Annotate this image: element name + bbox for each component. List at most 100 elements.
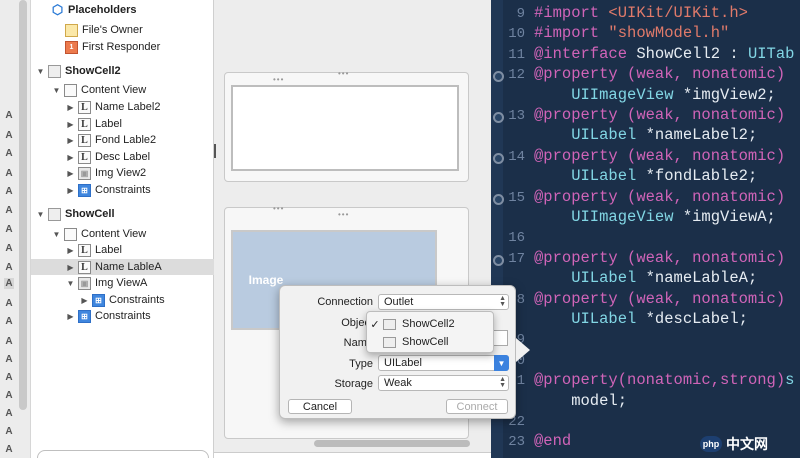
outline-constraints[interactable]: ▶ ⊞ Constraints — [31, 292, 214, 308]
breakpoint-icon[interactable] — [493, 254, 504, 266]
code-line[interactable]: UIImageView *imgViewA; — [534, 208, 776, 226]
connection-select-value: Outlet — [384, 296, 414, 308]
breakpoint-icon[interactable] — [493, 112, 504, 123]
disclosure-closed-icon[interactable]: ▶ — [66, 136, 75, 145]
outline-item[interactable]: ▶ ▣ Img View2 — [31, 165, 214, 181]
code-line[interactable]: @property (weak, nonatomic) — [534, 65, 785, 83]
chevron-down-icon[interactable]: ▼ — [494, 355, 509, 371]
disclosure-closed-icon[interactable]: ▶ — [80, 296, 89, 305]
code-token: @interface — [534, 44, 637, 63]
outline-constraints[interactable]: ▶ ⊞ Constraints — [31, 182, 214, 198]
breakpoint-icon[interactable] — [493, 193, 504, 205]
code-token: (weak, nonatomic) — [627, 106, 786, 124]
outline-content-view[interactable]: ▼ Content View — [31, 226, 214, 242]
cube-icon: ⬡ — [51, 2, 64, 17]
storage-select-value: Weak — [384, 377, 412, 389]
table-cell-icon — [383, 318, 396, 330]
showcell2-content-view[interactable] — [231, 85, 459, 171]
code-line[interactable]: UILabel *descLabel; — [534, 310, 748, 328]
code-line[interactable]: UIImageView *imgView2; — [534, 86, 776, 104]
code-line[interactable]: @interface ShowCell2 : UITab — [534, 45, 794, 63]
code-line[interactable]: UILabel *nameLabel2; — [534, 126, 757, 144]
outline-item[interactable]: ▶ L Fond Lable2 — [31, 132, 214, 148]
code-line[interactable]: model; — [534, 392, 627, 410]
code-token: *nameLabel2; — [645, 126, 758, 145]
code-line[interactable]: #import <UIKit/UIKit.h> — [534, 4, 748, 22]
disclosure-open-icon[interactable]: ▼ — [52, 86, 61, 95]
line-number: 12 — [508, 67, 525, 84]
storage-select[interactable]: Weak ▲ ▼ — [378, 375, 509, 391]
outline-files-owner[interactable]: File's Owner — [31, 22, 214, 38]
disclosure-closed-icon[interactable]: ▶ — [66, 120, 75, 129]
cancel-button[interactable]: Cancel — [288, 399, 352, 414]
type-combobox[interactable]: UILabel ▼ — [378, 355, 509, 371]
resize-handle-icon[interactable]: ••• — [273, 204, 284, 213]
label-icon: L — [78, 117, 91, 131]
outline-img-viewa[interactable]: ▼ ▣ Img ViewA — [31, 275, 214, 291]
resize-handle-icon[interactable]: ••• — [273, 75, 284, 84]
code-line[interactable]: #import "showModel.h" — [534, 24, 729, 42]
outline-item[interactable]: ▶ L Name Label2 — [31, 99, 214, 115]
line-number: 10 — [508, 26, 525, 43]
code-token: *fondLable2; — [645, 167, 758, 186]
outline-item[interactable]: ▶ L Label — [31, 116, 214, 132]
code-line[interactable]: @property (weak, nonatomic) — [534, 147, 785, 165]
code-line[interactable]: @property (weak, nonatomic) — [534, 188, 785, 206]
code-line[interactable]: @end — [534, 432, 571, 450]
outline-item-label: Label — [95, 244, 122, 256]
disclosure-closed-icon[interactable]: ▶ — [66, 246, 75, 255]
disclosure-closed-icon[interactable]: ▶ — [66, 169, 75, 178]
menu-item-showcell2[interactable]: ✓ ShowCell2 — [367, 315, 495, 333]
outline-item[interactable]: ▶ L Desc Label — [31, 149, 214, 165]
label-icon: L — [78, 260, 91, 274]
code-token: s — [785, 371, 795, 390]
resize-handle-icon[interactable]: ••• — [338, 210, 349, 219]
gutter-marker: A — [5, 408, 13, 419]
disclosure-closed-icon[interactable]: ▶ — [66, 186, 75, 195]
connect-button[interactable]: Connect — [446, 399, 508, 414]
disclosure-closed-icon[interactable]: ▶ — [66, 263, 75, 272]
disclosure-open-icon[interactable]: ▼ — [36, 210, 45, 219]
outline-placeholders[interactable]: ⬡ Placeholders — [31, 2, 214, 18]
outline-item-selected[interactable]: ▶ L Name LableA — [31, 259, 214, 275]
code-token: *descLabel; — [645, 310, 748, 328]
outline-item-label: Fond Lable2 — [95, 134, 157, 146]
disclosure-open-icon[interactable]: ▼ — [66, 279, 75, 288]
disclosure-closed-icon[interactable]: ▶ — [66, 103, 75, 112]
outline-constraints[interactable]: ▶ ⊞ Constraints — [31, 308, 214, 324]
outline-item-label: Label — [95, 118, 122, 130]
name-field[interactable] — [494, 330, 508, 346]
gutter-scrollbar[interactable] — [19, 0, 27, 410]
outline-filter-field[interactable] — [37, 450, 209, 458]
object-dropdown-menu[interactable]: ✓ ShowCell2 ShowCell — [366, 311, 494, 353]
code-token: UILabel — [534, 269, 646, 288]
outline-content-view[interactable]: ▼ Content View — [31, 82, 214, 98]
code-line[interactable]: @property(nonatomic,strong)s — [534, 371, 794, 389]
code-line[interactable]: @property (weak, nonatomic) — [534, 106, 785, 124]
code-editor[interactable]: #import <UIKit/UIKit.h> #import "showMode… — [491, 0, 800, 458]
code-line[interactable]: @property (weak, nonatomic) — [534, 249, 785, 267]
code-line[interactable]: @property (weak, nonatomic) — [534, 290, 785, 308]
code-line[interactable]: UILabel *fondLable2; — [534, 167, 757, 185]
canvas-horizontal-scrollbar[interactable] — [314, 440, 470, 447]
type-combobox-value: UILabel — [384, 357, 422, 369]
outline-showcell2[interactable]: ▼ ShowCell2 — [31, 63, 214, 79]
breakpoint-icon[interactable] — [493, 152, 504, 164]
disclosure-closed-icon[interactable]: ▶ — [66, 153, 75, 162]
menu-item-showcell[interactable]: ShowCell — [367, 333, 495, 351]
gutter-marker: A — [5, 336, 13, 347]
gutter-marker: A — [5, 130, 13, 141]
first-responder-icon: 1 — [65, 40, 78, 54]
connection-select[interactable]: Outlet ▲ ▼ — [378, 294, 509, 310]
showcell2-frame[interactable]: ••• ••• — [224, 69, 469, 182]
disclosure-closed-icon[interactable]: ▶ — [66, 312, 75, 321]
disclosure-open-icon[interactable]: ▼ — [36, 67, 45, 76]
resize-handle-icon[interactable]: ••• — [338, 69, 349, 78]
watermark: php 中文网 — [700, 430, 800, 458]
outline-showcell[interactable]: ▼ ShowCell — [31, 206, 214, 222]
disclosure-open-icon[interactable]: ▼ — [52, 230, 61, 239]
outline-item[interactable]: ▶ L Label — [31, 242, 214, 258]
code-line[interactable]: UILabel *nameLableA; — [534, 269, 757, 287]
outline-first-responder[interactable]: 1 First Responder — [31, 39, 214, 55]
line-number: 14 — [508, 148, 525, 165]
